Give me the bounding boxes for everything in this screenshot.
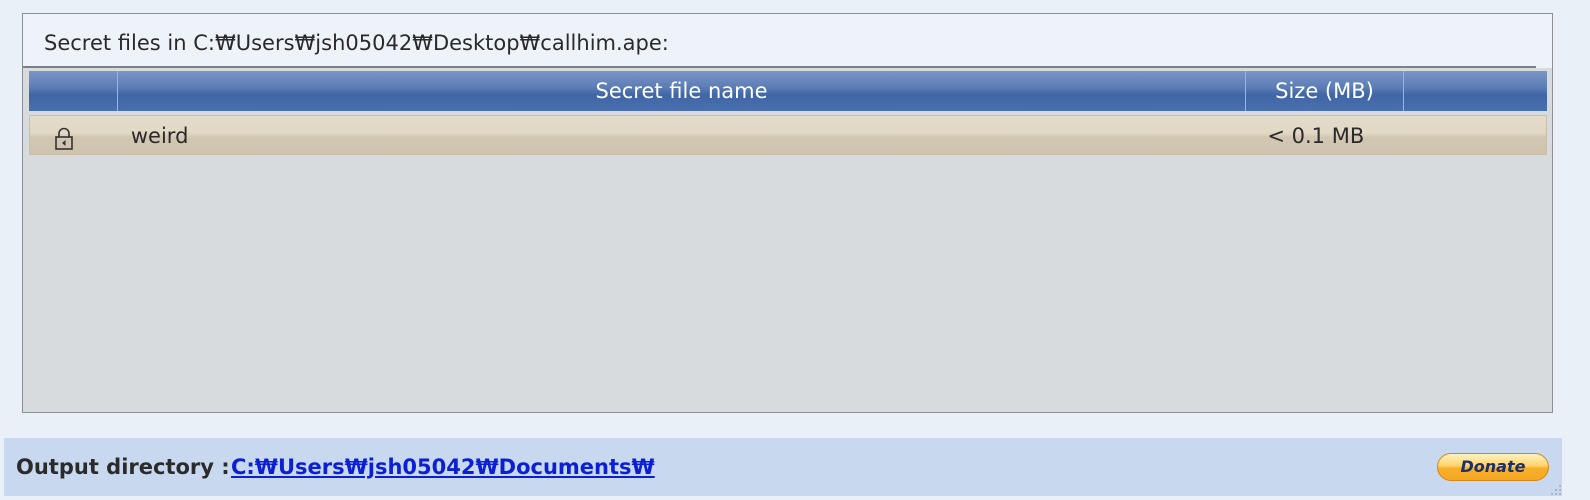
- table-header: Secret file name Size (MB): [29, 71, 1547, 111]
- lock-icon: [54, 124, 74, 150]
- column-header-name[interactable]: Secret file name: [118, 71, 1246, 111]
- column-header-size[interactable]: Size (MB): [1246, 71, 1404, 111]
- row-icon-cell: [30, 116, 119, 154]
- donate-button[interactable]: Donate: [1437, 453, 1549, 481]
- resize-grip-icon[interactable]: [1548, 482, 1562, 496]
- column-header-icon[interactable]: [29, 71, 118, 111]
- row-extra-cell: [1403, 116, 1546, 154]
- column-header-extra: [1404, 71, 1547, 111]
- secret-files-panel: Secret files in C:₩Users₩jsh05042₩Deskto…: [22, 13, 1553, 413]
- footer-bar: Output directory : C:₩Users₩jsh05042₩Doc…: [4, 438, 1562, 496]
- row-file-size: < 0.1 MB: [1267, 124, 1365, 148]
- row-file-name: weird: [130, 124, 189, 148]
- panel-title: Secret files in C:₩Users₩jsh05042₩Deskto…: [23, 14, 1536, 68]
- table-row[interactable]: weird < 0.1 MB: [29, 115, 1547, 155]
- output-directory-label: Output directory :: [16, 455, 230, 479]
- output-directory-link[interactable]: C:₩Users₩jsh05042₩Documents₩: [231, 438, 655, 496]
